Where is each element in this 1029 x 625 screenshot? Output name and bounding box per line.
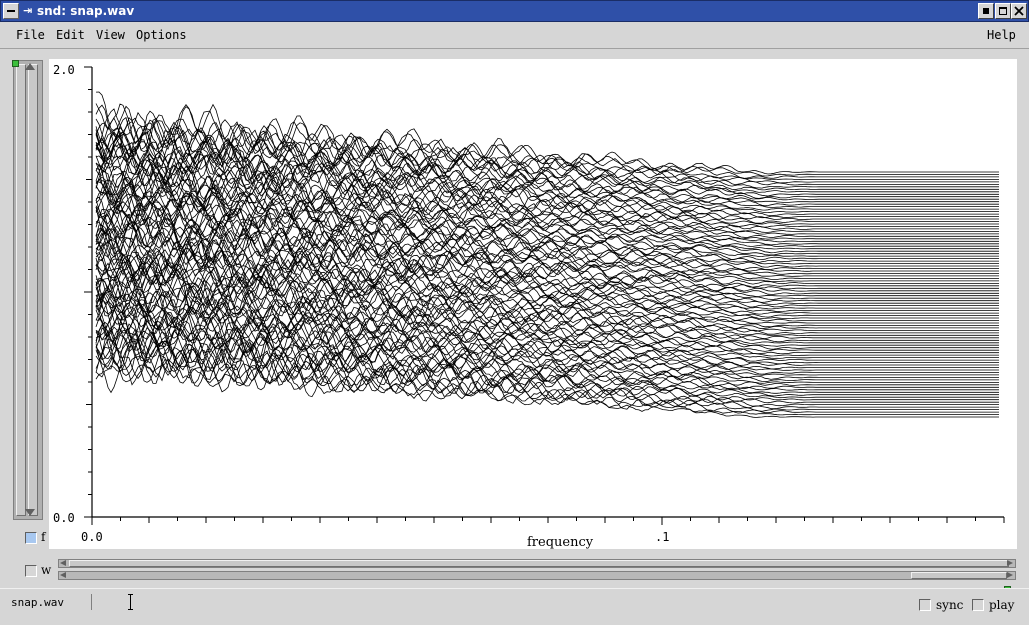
- play-label: play: [989, 598, 1015, 612]
- title-bar[interactable]: ⇥ snd: snap.wav: [0, 0, 1029, 22]
- scroll-left-icon[interactable]: [60, 560, 66, 566]
- x-axis-title: frequency: [527, 535, 594, 550]
- status-separator: [91, 594, 92, 610]
- sync-label: sync: [936, 598, 964, 612]
- fft-checkbox-label: f: [41, 530, 46, 544]
- y-axis-min-label: 0.0: [53, 511, 75, 525]
- menu-help-label: Help: [987, 28, 1016, 42]
- minimize-button[interactable]: [978, 3, 994, 19]
- status-file-name: snap.wav: [11, 596, 64, 609]
- sync-checkbox[interactable]: [919, 599, 931, 611]
- menu-edit-label: Edit: [56, 28, 85, 42]
- menu-bar: File Edit View Options Help: [0, 22, 1029, 49]
- spectrum-trace: [95, 110, 999, 186]
- wave-checkbox-label: w: [41, 563, 52, 577]
- x-position-thumb[interactable]: [911, 572, 1007, 579]
- x-zoom-thumb[interactable]: [69, 560, 1009, 567]
- selected-indicator-icon: [12, 60, 19, 67]
- close-icon: [1014, 6, 1024, 16]
- spectrum-trace: [95, 91, 999, 175]
- scroll-left-icon[interactable]: [60, 572, 66, 578]
- wave-checkbox[interactable]: [25, 565, 37, 577]
- app-icon: ⇥: [23, 4, 33, 17]
- maximize-button[interactable]: [995, 3, 1011, 19]
- fft-checkbox[interactable]: [25, 532, 37, 544]
- play-checkbox[interactable]: [972, 599, 984, 611]
- x-axis-min-label: 0.0: [81, 530, 103, 544]
- menu-view-label: View: [96, 28, 125, 42]
- spectrum-trace: [95, 103, 999, 177]
- scroll-right-icon[interactable]: [1007, 572, 1013, 578]
- menu-edit[interactable]: Edit: [56, 28, 85, 42]
- menu-help[interactable]: Help: [987, 28, 1016, 42]
- spectrum-trace: [95, 162, 999, 233]
- menu-options[interactable]: Options: [136, 28, 187, 42]
- waterfall-plot[interactable]: [49, 59, 1017, 549]
- window-title: snd: snap.wav: [37, 4, 135, 18]
- menu-file-label: File: [16, 28, 45, 42]
- window-menu-icon[interactable]: [3, 3, 19, 19]
- menu-options-label: Options: [136, 28, 187, 42]
- x-zoom-scrollbar[interactable]: [58, 559, 1016, 568]
- menu-file[interactable]: File: [16, 28, 45, 42]
- spectrum-trace: [95, 154, 999, 231]
- scroll-right-icon[interactable]: [1007, 560, 1013, 566]
- zoom-slider-thumb[interactable]: [16, 64, 26, 516]
- y-axis-max-label: 2.0: [53, 63, 75, 77]
- menu-view[interactable]: View: [96, 28, 125, 42]
- scroll-up-icon[interactable]: [25, 63, 35, 70]
- position-slider-thumb[interactable]: [28, 64, 38, 516]
- x-axis-mid-label: .1: [655, 530, 670, 544]
- status-bar: [0, 588, 1029, 625]
- close-button[interactable]: [1011, 3, 1027, 19]
- text-cursor-icon: [128, 594, 133, 610]
- scroll-down-icon[interactable]: [25, 509, 35, 516]
- x-position-scrollbar[interactable]: [58, 571, 1016, 580]
